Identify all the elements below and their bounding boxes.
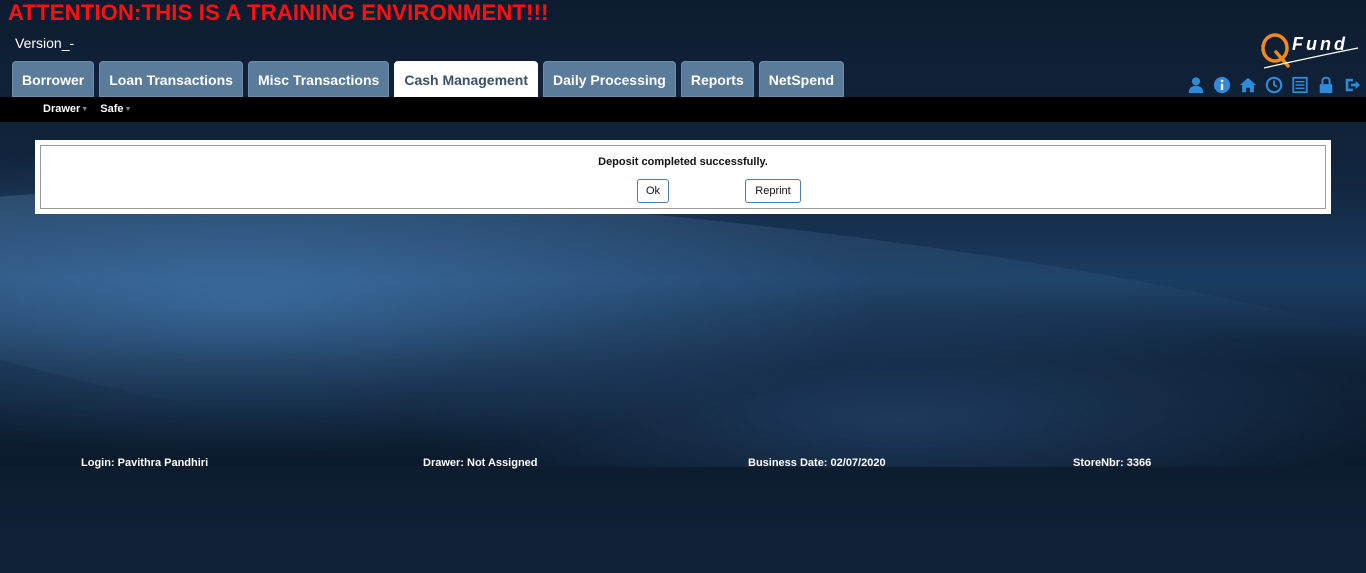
home-icon[interactable] — [1238, 75, 1258, 95]
submenu-drawer[interactable]: Drawer▼ — [43, 103, 88, 115]
info-icon[interactable] — [1212, 75, 1232, 95]
ok-button[interactable]: Ok — [637, 179, 669, 203]
logout-icon[interactable] — [1342, 75, 1362, 95]
sub-navigation-bar: Drawer▼ Safe▼ — [0, 97, 1366, 122]
footer-drawer: Drawer: Not Assigned — [423, 457, 538, 469]
tab-daily-processing[interactable]: Daily Processing — [543, 61, 676, 97]
tab-reports[interactable]: Reports — [680, 61, 754, 97]
caret-down-icon: ▼ — [124, 105, 132, 113]
submenu-safe[interactable]: Safe▼ — [100, 103, 131, 115]
deposit-confirmation-dialog: Deposit completed successfully. Ok Repri… — [35, 140, 1331, 214]
status-footer: Login: Pavithra Pandhiri Drawer: Not Ass… — [0, 457, 1366, 469]
tab-borrower[interactable]: Borrower — [12, 61, 95, 97]
qfund-logo: Fund — [1261, 33, 1359, 69]
footer-store: StoreNbr: 3366 — [1073, 457, 1152, 469]
footer-login: Login: Pavithra Pandhiri — [81, 457, 209, 469]
tab-loan-transactions[interactable]: Loan Transactions — [99, 61, 243, 97]
tab-misc-transactions[interactable]: Misc Transactions — [247, 61, 390, 97]
caret-down-icon: ▼ — [81, 105, 89, 113]
confirmation-message: Deposit completed successfully. — [598, 156, 768, 168]
footer-business-date: Business Date: 02/07/2020 — [748, 457, 886, 469]
main-tabs: Borrower Loan Transactions Misc Transact… — [12, 61, 849, 97]
submenu-drawer-label: Drawer — [43, 103, 81, 115]
header-icons — [1186, 75, 1366, 95]
tab-netspend[interactable]: NetSpend — [758, 61, 845, 97]
list-icon[interactable] — [1290, 75, 1310, 95]
user-icon[interactable] — [1186, 75, 1206, 95]
submenu-safe-label: Safe — [100, 103, 124, 115]
submenu: Drawer▼ Safe▼ — [43, 103, 143, 115]
clock-icon[interactable] — [1264, 75, 1284, 95]
lock-icon[interactable] — [1316, 75, 1336, 95]
reprint-button[interactable]: Reprint — [745, 179, 801, 203]
training-banner: ATTENTION:THIS IS A TRAINING ENVIRONMENT… — [8, 0, 549, 25]
version-label: Version_- — [15, 35, 75, 51]
logo-text: Fund — [1292, 34, 1348, 54]
tab-cash-management[interactable]: Cash Management — [394, 61, 539, 97]
